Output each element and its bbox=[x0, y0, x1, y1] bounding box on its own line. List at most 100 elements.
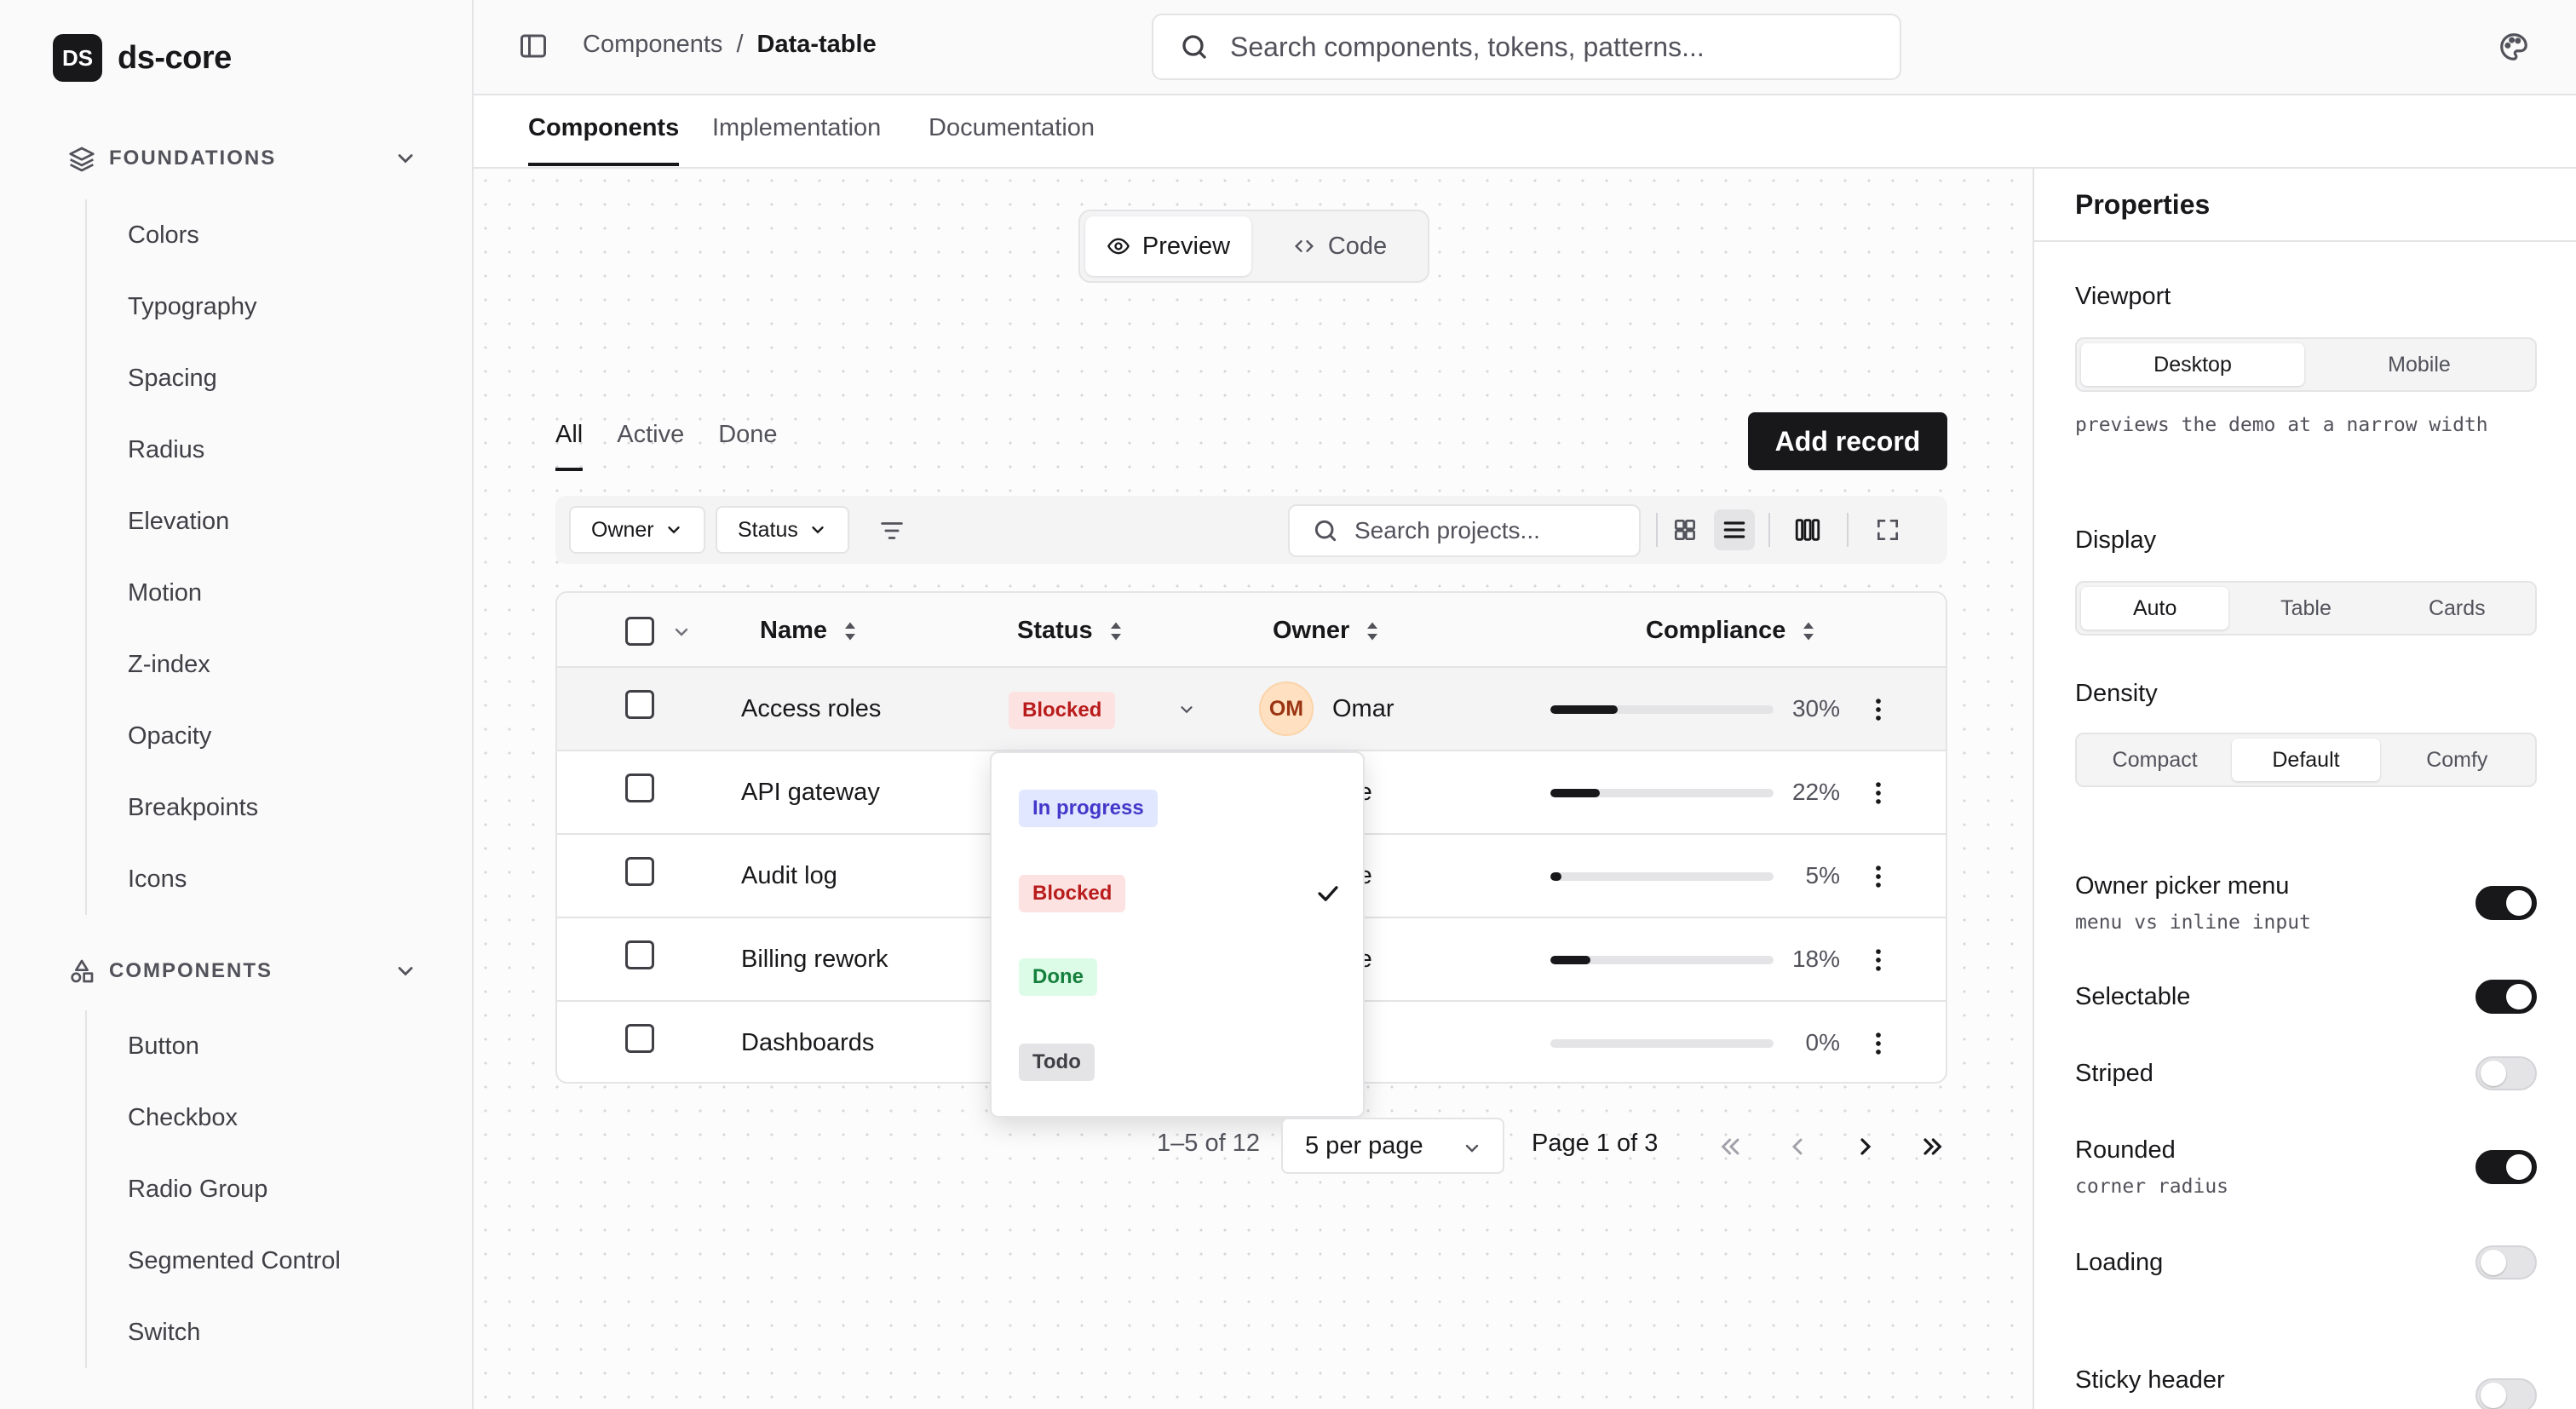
brand[interactable]: DS ds-core bbox=[53, 34, 232, 82]
display-option-cards[interactable]: Cards bbox=[2383, 587, 2531, 630]
tab-components[interactable]: Components bbox=[528, 114, 680, 166]
column-header-status[interactable]: Status bbox=[1017, 617, 1124, 645]
density-option-default[interactable]: Default bbox=[2232, 739, 2380, 781]
viewport-option-desktop[interactable]: Desktop bbox=[2081, 343, 2304, 386]
column-header-owner[interactable]: Owner bbox=[1273, 617, 1380, 645]
table-search[interactable] bbox=[1288, 504, 1641, 557]
status-badge: Done bbox=[1019, 958, 1097, 996]
loading-switch[interactable] bbox=[2475, 1245, 2537, 1280]
sidebar-item-z-index[interactable]: Z-index bbox=[87, 629, 445, 700]
chevrons-right-icon bbox=[1923, 1138, 1942, 1155]
table-row[interactable]: Access roles Blocked OM Omar 30% bbox=[557, 668, 1946, 751]
sidebar-item-colors[interactable]: Colors bbox=[87, 199, 445, 271]
more-vertical-icon[interactable] bbox=[1864, 1029, 1893, 1058]
sidebar-item-typography[interactable]: Typography bbox=[87, 271, 445, 342]
demo-tab-active[interactable]: Active bbox=[617, 421, 684, 471]
demo-tab-done[interactable]: Done bbox=[718, 421, 777, 471]
rounded-switch[interactable] bbox=[2475, 1150, 2537, 1184]
code-button[interactable]: Code bbox=[1256, 216, 1423, 276]
sidebar-item-switch[interactable]: Switch bbox=[87, 1297, 445, 1368]
sidebar-item-icons[interactable]: Icons bbox=[87, 843, 445, 915]
first-page-button[interactable] bbox=[1714, 1130, 1748, 1164]
chevron-down-icon[interactable] bbox=[671, 622, 692, 642]
status-badge: Blocked bbox=[1009, 692, 1116, 729]
sidebar-item-segmented-control[interactable]: Segmented Control bbox=[87, 1225, 445, 1297]
more-vertical-icon[interactable] bbox=[1864, 695, 1893, 724]
striped-switch[interactable] bbox=[2475, 1056, 2537, 1090]
fullscreen-button[interactable] bbox=[1867, 509, 1908, 550]
status-select[interactable]: Blocked bbox=[997, 681, 1211, 738]
viewport-hint: previews the demo at a narrow width bbox=[2075, 414, 2488, 436]
menu-item-in-progress[interactable]: In progress bbox=[1019, 779, 1343, 838]
display-option-table[interactable]: Table bbox=[2232, 587, 2379, 630]
row-checkbox[interactable] bbox=[625, 940, 654, 969]
density-option-compact[interactable]: Compact bbox=[2081, 739, 2228, 781]
selectable-switch[interactable] bbox=[2475, 980, 2537, 1014]
status-filter-button[interactable]: Status bbox=[716, 506, 849, 554]
tab-documentation[interactable]: Documentation bbox=[929, 114, 1095, 163]
prev-page-button[interactable] bbox=[1780, 1130, 1814, 1164]
density-option-comfy[interactable]: Comfy bbox=[2383, 739, 2531, 781]
breadcrumb-separator: / bbox=[736, 31, 744, 58]
more-vertical-icon[interactable] bbox=[1864, 862, 1893, 891]
compliance-fill bbox=[1550, 872, 1562, 881]
select-all-checkbox[interactable] bbox=[625, 617, 654, 646]
sidebar-item-elevation[interactable]: Elevation bbox=[87, 486, 445, 557]
filter-icon[interactable] bbox=[877, 516, 906, 545]
columns-view-icon[interactable] bbox=[1787, 509, 1828, 550]
add-record-button[interactable]: Add record bbox=[1748, 412, 1947, 470]
palette-icon[interactable] bbox=[2498, 31, 2530, 63]
tab-implementation[interactable]: Implementation bbox=[712, 114, 881, 163]
sidebar-toggle-icon[interactable] bbox=[518, 31, 549, 61]
sidebar-item-motion[interactable]: Motion bbox=[87, 557, 445, 629]
display-option-auto[interactable]: Auto bbox=[2081, 587, 2229, 630]
table-search-input[interactable] bbox=[1354, 517, 1627, 544]
compliance-value: 22% bbox=[1791, 779, 1840, 805]
sidebar-item-button[interactable]: Button bbox=[87, 1010, 445, 1082]
chevron-down-icon[interactable] bbox=[394, 959, 417, 983]
section-foundations[interactable]: FOUNDATIONS bbox=[68, 145, 417, 172]
more-vertical-icon[interactable] bbox=[1864, 779, 1893, 808]
compliance-progress bbox=[1550, 789, 1774, 797]
row-checkbox[interactable] bbox=[625, 1024, 654, 1053]
grid-view-icon[interactable] bbox=[1665, 509, 1705, 550]
chevron-down-icon[interactable] bbox=[394, 147, 417, 170]
breadcrumb-parent[interactable]: Components bbox=[583, 31, 722, 59]
table-header: Name Status Owner Compliance bbox=[557, 593, 1946, 668]
row-checkbox[interactable] bbox=[625, 690, 654, 719]
preview-button[interactable]: Preview bbox=[1085, 216, 1251, 276]
sidebar-item-radius[interactable]: Radius bbox=[87, 414, 445, 486]
sidebar-item-radio-group[interactable]: Radio Group bbox=[87, 1153, 445, 1225]
menu-item-done[interactable]: Done bbox=[1019, 947, 1343, 1007]
sidebar-item-opacity[interactable]: Opacity bbox=[87, 700, 445, 772]
toggle-hint-owner-picker: menu vs inline input bbox=[2075, 912, 2311, 934]
section-components[interactable]: COMPONENTS bbox=[68, 958, 417, 985]
last-page-button[interactable] bbox=[1915, 1130, 1949, 1164]
next-page-button[interactable] bbox=[1849, 1130, 1883, 1164]
global-search-input[interactable] bbox=[1230, 31, 1877, 63]
sticky-header-switch[interactable] bbox=[2475, 1378, 2537, 1409]
owner-picker-switch[interactable] bbox=[2475, 886, 2537, 920]
demo-tab-all[interactable]: All bbox=[555, 421, 584, 471]
sort-icon bbox=[1803, 622, 1814, 640]
toggle-label-striped: Striped bbox=[2075, 1060, 2153, 1087]
divider bbox=[2034, 240, 2576, 242]
column-header-compliance[interactable]: Compliance bbox=[1646, 617, 1816, 645]
viewport-option-mobile[interactable]: Mobile bbox=[2308, 343, 2531, 386]
sidebar-item-spacing[interactable]: Spacing bbox=[87, 342, 445, 414]
sidebar-item-breakpoints[interactable]: Breakpoints bbox=[87, 772, 445, 843]
sidebar-item-checkbox[interactable]: Checkbox bbox=[87, 1082, 445, 1153]
list-view-icon[interactable] bbox=[1714, 509, 1755, 550]
owner-filter-button[interactable]: Owner bbox=[569, 506, 705, 554]
menu-item-blocked[interactable]: Blocked bbox=[1019, 864, 1343, 923]
search-icon bbox=[1182, 35, 1206, 59]
column-header-name[interactable]: Name bbox=[760, 617, 858, 645]
compliance-value: 5% bbox=[1805, 862, 1840, 889]
viewport-label: Viewport bbox=[2075, 283, 2171, 310]
menu-item-todo[interactable]: Todo bbox=[1019, 1032, 1343, 1092]
row-checkbox[interactable] bbox=[625, 774, 654, 802]
per-page-select[interactable]: 5 per page bbox=[1281, 1118, 1504, 1174]
row-checkbox[interactable] bbox=[625, 857, 654, 886]
global-search[interactable] bbox=[1152, 14, 1901, 80]
more-vertical-icon[interactable] bbox=[1864, 946, 1893, 975]
